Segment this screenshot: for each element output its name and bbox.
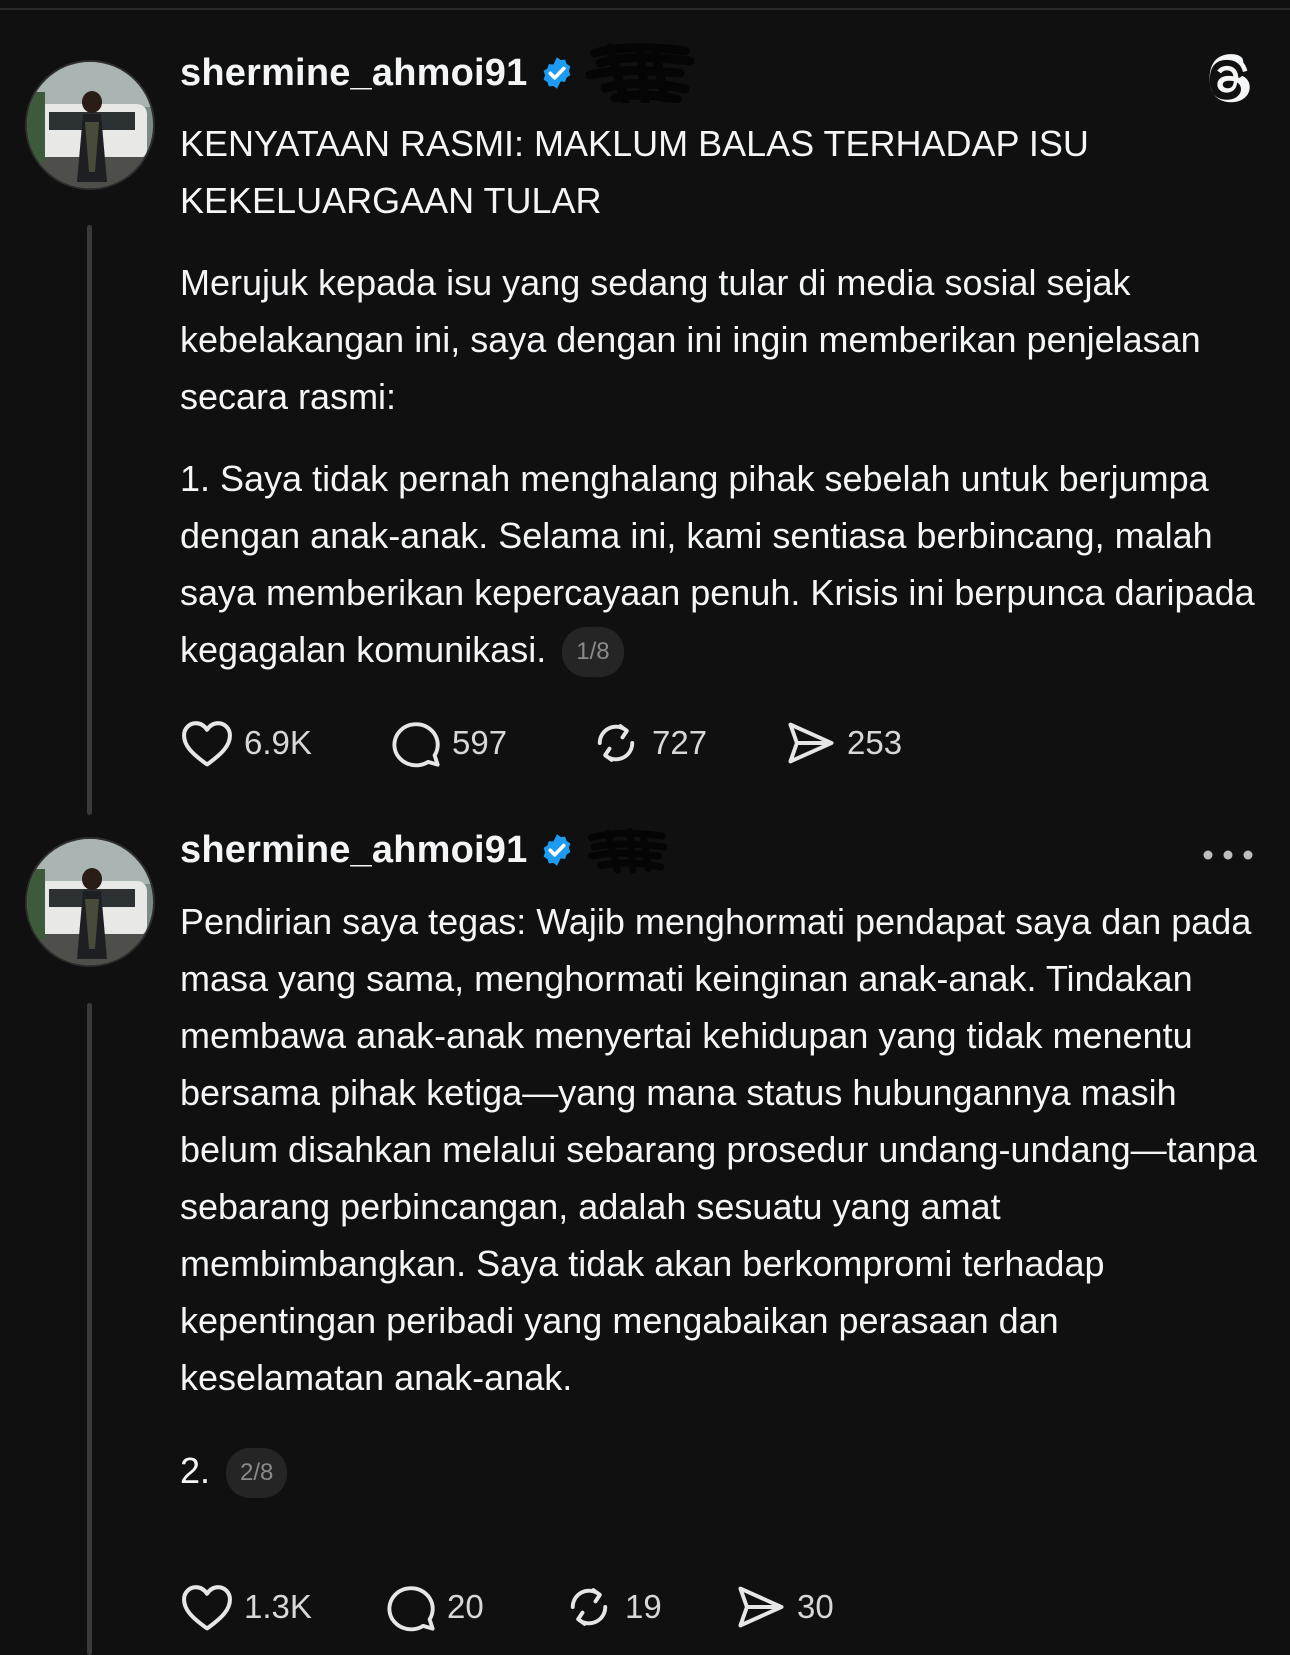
redaction-scribble	[585, 43, 695, 103]
like-count: 6.9K	[244, 724, 312, 761]
comment-bubble-icon	[387, 1586, 435, 1632]
reply-button[interactable]: 20	[385, 1582, 563, 1632]
heart-icon	[182, 1585, 232, 1631]
post-paragraph-numbered: 2. 2/8	[180, 1442, 1260, 1499]
verified-badge-icon	[544, 57, 571, 89]
reply-count: 20	[447, 1588, 484, 1625]
thread-connector-line	[87, 1003, 92, 1655]
repost-icon	[597, 724, 635, 762]
repost-icon	[570, 1588, 608, 1626]
avatar-photo	[27, 62, 153, 188]
share-count: 30	[797, 1588, 834, 1625]
threads-logo-icon[interactable]	[1200, 52, 1256, 108]
top-divider	[0, 0, 1290, 10]
send-icon	[738, 1586, 784, 1628]
post-body: KENYATAAN RASMI: MAKLUM BALAS TERHADAP I…	[180, 115, 1260, 678]
post-paragraph-text: 2.	[180, 1450, 211, 1491]
repost-button[interactable]: 19	[563, 1581, 735, 1633]
username[interactable]: shermine_ahmoi91	[180, 829, 527, 872]
username[interactable]: shermine_ahmoi91	[180, 52, 527, 95]
thread-page-indicator: 2/8	[226, 1448, 288, 1499]
share-button[interactable]: 253	[785, 718, 902, 768]
avatar[interactable]	[25, 60, 155, 190]
redaction-scribble	[588, 827, 668, 874]
more-options-icon[interactable]	[1200, 845, 1256, 865]
post-actions: 1.3K 20 19 30	[180, 1577, 834, 1637]
like-button[interactable]: 6.9K	[180, 718, 390, 768]
post-paragraph: Pendirian saya tegas: Wajib menghormati …	[180, 901, 1257, 1398]
post-body: Pendirian saya tegas: Wajib menghormati …	[180, 893, 1260, 1499]
send-icon	[788, 722, 834, 764]
comment-bubble-icon	[392, 722, 440, 768]
post-actions: 6.9K 597 727 253	[180, 713, 902, 773]
avatar-photo	[27, 839, 153, 965]
post-paragraph-numbered: 1. Saya tidak pernah menghalang pihak se…	[180, 450, 1260, 678]
reply-button[interactable]: 597	[390, 718, 590, 768]
post-paragraph: Merujuk kepada isu yang sedang tular di …	[180, 262, 1201, 417]
share-count: 253	[847, 724, 903, 761]
heart-icon	[182, 721, 232, 767]
repost-count: 19	[625, 1588, 662, 1625]
reply-count: 597	[452, 724, 508, 761]
repost-button[interactable]: 727	[590, 717, 785, 769]
repost-count: 727	[652, 724, 708, 761]
like-count: 1.3K	[244, 1588, 312, 1625]
thread-connector-line	[87, 225, 92, 815]
share-button[interactable]: 30	[735, 1582, 834, 1632]
post-title: KENYATAAN RASMI: MAKLUM BALAS TERHADAP I…	[180, 123, 1089, 221]
post-paragraph-text: 1. Saya tidak pernah menghalang pihak se…	[180, 458, 1255, 670]
verified-badge-icon	[544, 834, 571, 866]
avatar[interactable]	[25, 837, 155, 967]
thread-page-indicator: 1/8	[562, 627, 624, 678]
like-button[interactable]: 1.3K	[180, 1582, 385, 1632]
